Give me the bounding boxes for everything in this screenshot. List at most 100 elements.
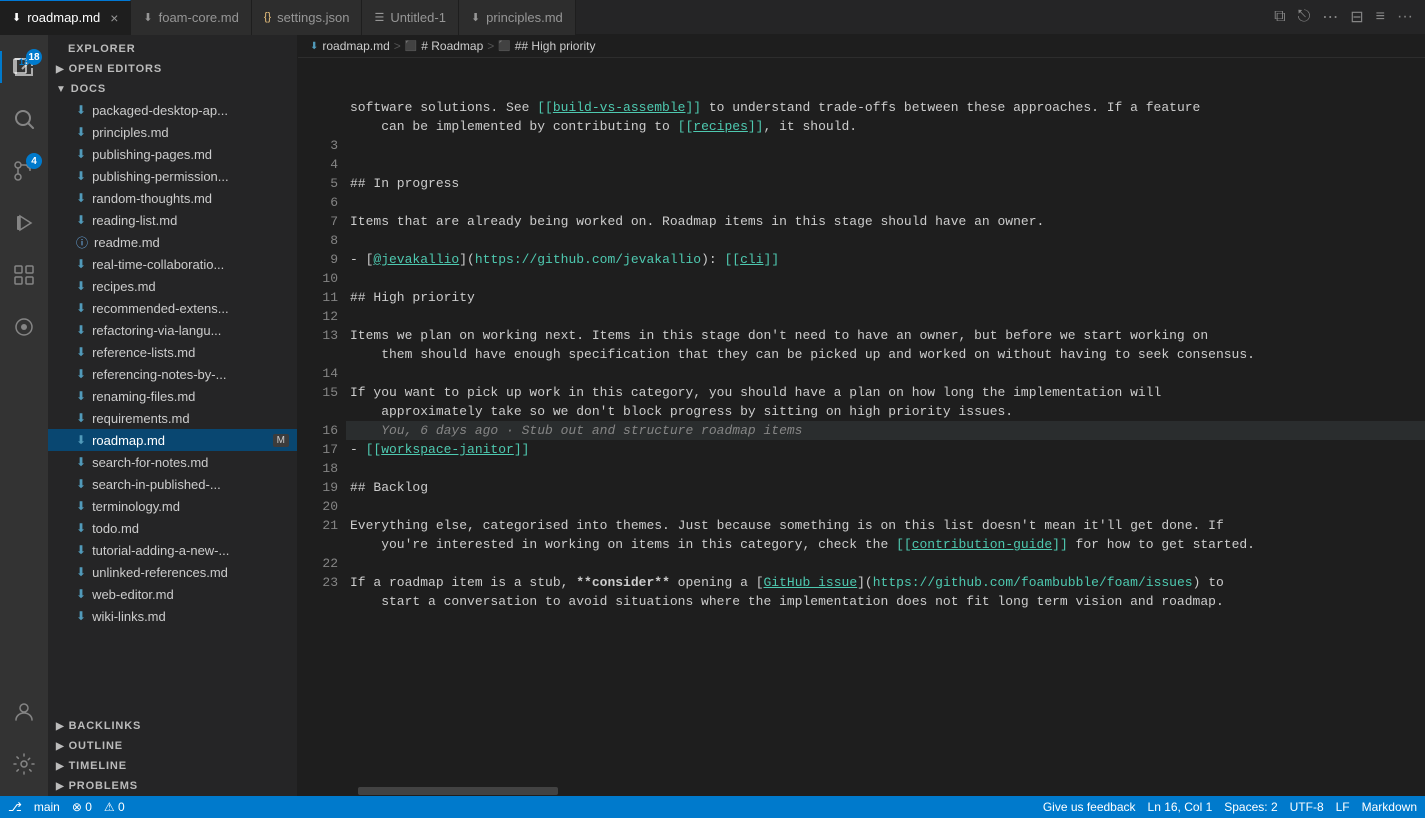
spaces[interactable]: Spaces: 2 [1224, 800, 1277, 814]
encoding[interactable]: UTF-8 [1290, 800, 1324, 814]
eol[interactable]: LF [1336, 800, 1350, 814]
timeline-section[interactable]: ▶ TIMELINE [48, 756, 297, 776]
split-editor-icon[interactable]: ⧉ [1270, 4, 1289, 30]
editor-line-19: You, 6 days ago · Stub out and structure… [346, 421, 1425, 440]
tab-foam-core[interactable]: ⬇ foam-core.md [131, 0, 251, 35]
file-name-roadmap: roadmap.md [92, 433, 267, 448]
editor-line-12: ## High priority [346, 288, 1425, 307]
file-item-refactoring[interactable]: ⬇ refactoring-via-langu... [48, 319, 297, 341]
line-number-2 [298, 98, 338, 117]
language[interactable]: Markdown [1362, 800, 1417, 814]
file-item-search-for-notes[interactable]: ⬇ search-for-notes.md [48, 451, 297, 473]
breadcrumb-file-icon: ⬇ [310, 41, 318, 52]
activity-bottom [0, 688, 48, 796]
file-item-todo[interactable]: ⬇ todo.md [48, 517, 297, 539]
file-item-requirements[interactable]: ⬇ requirements.md [48, 407, 297, 429]
file-icon-recommended: ⬇ [76, 301, 86, 315]
file-item-recommended[interactable]: ⬇ recommended-extens... [48, 297, 297, 319]
file-badge-roadmap: M [273, 434, 289, 447]
file-item-recipes[interactable]: ⬇ recipes.md [48, 275, 297, 297]
file-item-readme[interactable]: ⓘ readme.md [48, 231, 297, 253]
file-icon-publishing-permission: ⬇ [76, 169, 86, 183]
line-number-10: 9 [298, 250, 338, 269]
editor-line-13 [346, 307, 1425, 326]
editor-line-4 [346, 136, 1425, 155]
editor-line-22: ## Backlog [346, 478, 1425, 497]
file-item-wiki-links[interactable]: ⬇ wiki-links.md [48, 605, 297, 627]
file-item-packaged[interactable]: ⬇ packaged-desktop-ap... [48, 99, 297, 121]
line-number-15 [298, 345, 338, 364]
backlinks-section[interactable]: ▶ BACKLINKS [48, 716, 297, 736]
activity-icon-extensions[interactable] [0, 251, 48, 299]
branch-name[interactable]: main [34, 800, 60, 814]
file-item-reference-lists[interactable]: ⬇ reference-lists.md [48, 341, 297, 363]
problems-section[interactable]: ▶ PROBLEMS [48, 776, 297, 796]
line-number-12: 11 [298, 288, 338, 307]
h-scrollbar-thumb[interactable] [358, 787, 558, 795]
breadcrumb-file[interactable]: roadmap.md [322, 39, 389, 53]
file-item-roadmap[interactable]: ⬇ roadmap.md M [48, 429, 297, 451]
file-item-publishing-pages[interactable]: ⬇ publishing-pages.md [48, 143, 297, 165]
tab-close-roadmap[interactable]: × [110, 10, 118, 26]
more-icon[interactable]: ··· [1393, 4, 1417, 30]
editor-line-6: ## In progress [346, 174, 1425, 193]
file-name-terminology: terminology.md [92, 499, 289, 514]
warnings-count[interactable]: ⚠ 0 [104, 800, 125, 814]
activity-icon-foam[interactable] [0, 303, 48, 351]
errors-count[interactable]: ⊗ 0 [72, 800, 92, 814]
minimap-icon[interactable]: ≡ [1372, 4, 1389, 30]
layout-icon[interactable]: ⊟ [1346, 3, 1367, 31]
source-control-icon[interactable]: ⎋ [1294, 4, 1315, 30]
file-item-reading-list[interactable]: ⬇ reading-list.md [48, 209, 297, 231]
file-name-referencing: referencing-notes-by-... [92, 367, 289, 382]
activity-icon-explorer[interactable]: 18 18 [0, 43, 48, 91]
file-name-tutorial: tutorial-adding-a-new-... [92, 543, 289, 558]
file-item-renaming[interactable]: ⬇ renaming-files.md [48, 385, 297, 407]
file-item-unlinked[interactable]: ⬇ unlinked-references.md [48, 561, 297, 583]
file-icon-terminology: ⬇ [76, 499, 86, 513]
file-item-random-thoughts[interactable]: ⬇ random-thoughts.md [48, 187, 297, 209]
editor-lines-content[interactable]: software solutions. See [[build-vs-assem… [346, 58, 1425, 786]
file-item-principles[interactable]: ⬇ principles.md [48, 121, 297, 143]
file-item-real-time[interactable]: ⬇ real-time-collaboratio... [48, 253, 297, 275]
file-list: ⬇ packaged-desktop-ap... ⬇ principles.md… [48, 99, 297, 716]
h-scrollbar[interactable] [298, 786, 1425, 796]
editor-content[interactable]: 34567891011121314151617181920212223 soft… [298, 58, 1425, 786]
file-icon-unlinked: ⬇ [76, 565, 86, 579]
activity-icon-source-control[interactable]: 4 [0, 147, 48, 195]
file-icon-wiki-links: ⬇ [76, 609, 86, 623]
tab-settings[interactable]: {} settings.json [252, 0, 363, 35]
tab-untitled[interactable]: ☰ Untitled-1 [362, 0, 459, 35]
file-item-search-in-published[interactable]: ⬇ search-in-published-... [48, 473, 297, 495]
activity-icon-run[interactable] [0, 199, 48, 247]
outline-section[interactable]: ▶ OUTLINE [48, 736, 297, 756]
file-name-reference-lists: reference-lists.md [92, 345, 289, 360]
file-name-publishing-permission: publishing-permission... [92, 169, 289, 184]
activity-icon-accounts[interactable] [0, 688, 48, 736]
file-icon-search-for-notes: ⬇ [76, 455, 86, 469]
breadcrumb-high-priority[interactable]: ## High priority [515, 39, 596, 53]
open-editors-header[interactable]: ▶ Open Editors [48, 59, 297, 79]
more-actions-icon[interactable]: ⋯ [1318, 3, 1342, 31]
file-item-referencing[interactable]: ⬇ referencing-notes-by-... [48, 363, 297, 385]
feedback-label[interactable]: Give us feedback [1043, 800, 1136, 814]
tab-principles[interactable]: ⬇ principles.md [459, 0, 576, 35]
ln-col[interactable]: Ln 16, Col 1 [1148, 800, 1213, 814]
file-item-publishing-permission[interactable]: ⬇ publishing-permission... [48, 165, 297, 187]
line-number-18 [298, 402, 338, 421]
backlinks-label: BACKLINKS [69, 720, 142, 732]
breadcrumb-roadmap[interactable]: # Roadmap [421, 39, 483, 53]
tab-roadmap[interactable]: ⬇ roadmap.md × [0, 0, 131, 35]
file-icon-reference-lists: ⬇ [76, 345, 86, 359]
file-name-publishing-pages: publishing-pages.md [92, 147, 289, 162]
docs-header[interactable]: ▼ Docs [48, 79, 297, 99]
outline-chevron: ▶ [56, 741, 65, 752]
line-number-5: 4 [298, 155, 338, 174]
file-name-principles: principles.md [92, 125, 289, 140]
activity-icon-settings-gear[interactable] [0, 740, 48, 788]
file-item-terminology[interactable]: ⬇ terminology.md [48, 495, 297, 517]
activity-icon-search[interactable] [0, 95, 48, 143]
file-item-tutorial[interactable]: ⬇ tutorial-adding-a-new-... [48, 539, 297, 561]
open-editors-section: ▶ Open Editors [48, 59, 297, 79]
file-item-web-editor[interactable]: ⬇ web-editor.md [48, 583, 297, 605]
